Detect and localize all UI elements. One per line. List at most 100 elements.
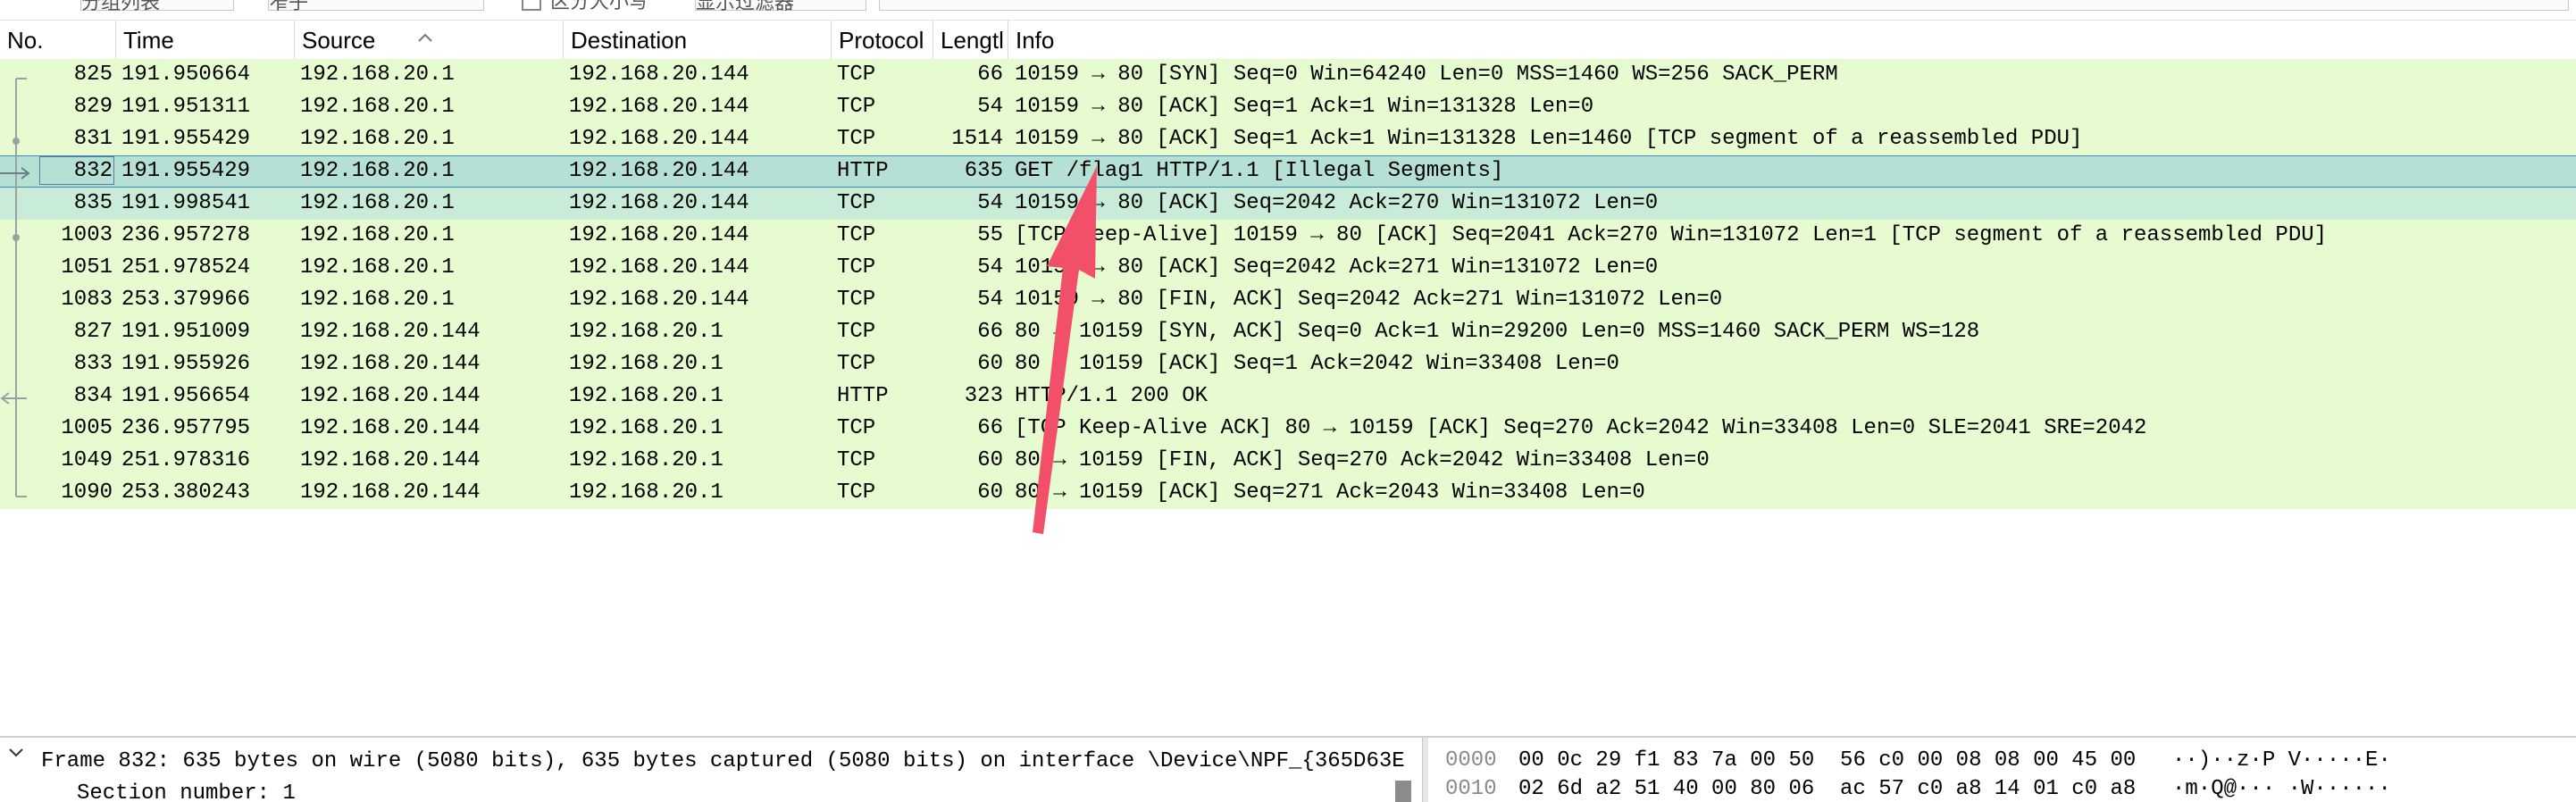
packet-protocol: TCP: [837, 320, 876, 344]
packet-detail-pane[interactable]: Frame 832: 635 bytes on wire (5080 bits)…: [0, 738, 1418, 802]
packet-destination: 192.168.20.144: [569, 191, 749, 215]
packet-length: 66: [977, 416, 1003, 440]
packet-destination: 192.168.20.144: [569, 288, 749, 312]
packet-length: 635: [964, 159, 1003, 183]
packet-time: 251.978316: [121, 448, 251, 472]
packet-time: 251.978524: [121, 255, 251, 280]
packet-destination: 192.168.20.1: [569, 352, 723, 376]
case-sensitive-label: 区分大小写: [550, 0, 649, 13]
packet-time: 253.379966: [121, 288, 251, 312]
hex-offset: 0000: [1445, 748, 1497, 773]
packet-protocol: TCP: [837, 448, 876, 472]
packet-info: 10159 → 80 [SYN] Seq=0 Win=64240 Len=0 M…: [1015, 63, 1838, 87]
frame-summary[interactable]: Frame 832: 635 bytes on wire (5080 bits)…: [41, 747, 1405, 777]
packet-number: 827: [73, 320, 113, 344]
packet-number: 1003: [61, 223, 113, 247]
packet-row[interactable]: 834 191.956654 192.168.20.144 192.168.20.1 H…: [0, 380, 2576, 413]
packet-destination: 192.168.20.1: [569, 416, 723, 440]
packet-time: 191.998541: [121, 191, 251, 215]
packet-row[interactable]: 1049 251.978316 192.168.20.144 192.168.20.1…: [0, 445, 2576, 477]
packet-source: 192.168.20.1: [300, 63, 455, 87]
packet-time: 191.951009: [121, 320, 251, 344]
packet-row[interactable]: 1083 253.379966 192.168.20.1 192.168.20.144…: [0, 284, 2576, 316]
packet-row[interactable]: 1003 236.957278 192.168.20.1 192.168.20.144…: [0, 220, 2576, 252]
packet-row[interactable]: 829 191.951311 192.168.20.1 192.168.20.144 T…: [0, 91, 2576, 123]
packet-source: 192.168.20.1: [300, 95, 455, 119]
packet-number: 829: [73, 95, 113, 119]
packet-destination: 192.168.20.1: [569, 480, 723, 505]
column-header-length[interactable]: Lengtl: [933, 21, 1008, 60]
pane-splitter[interactable]: [1422, 738, 1428, 802]
packet-time: 191.955429: [121, 159, 251, 183]
hex-offset: 0010: [1445, 777, 1497, 801]
packet-destination: 192.168.20.144: [569, 159, 749, 183]
packet-length: 60: [977, 352, 1003, 376]
bottom-pane: Frame 832: 635 bytes on wire (5080 bits)…: [0, 736, 2576, 802]
char-width-select[interactable]: 窄子: [268, 0, 484, 13]
packet-source: 192.168.20.1: [300, 191, 455, 215]
search-text-input[interactable]: [879, 0, 2569, 11]
column-header-info[interactable]: Info: [1008, 21, 2576, 60]
packet-length: 54: [977, 255, 1003, 280]
packet-protocol: TCP: [837, 416, 876, 440]
packet-source: 192.168.20.144: [300, 480, 481, 505]
packet-length: 54: [977, 95, 1003, 119]
packet-protocol: HTTP: [837, 384, 889, 408]
column-header-no[interactable]: No.: [0, 21, 116, 60]
packet-time: 191.951311: [121, 95, 251, 119]
packet-number: 1090: [61, 480, 113, 505]
packet-destination: 192.168.20.1: [569, 448, 723, 472]
packet-info: 10159 → 80 [ACK] Seq=2042 Ack=271 Win=13…: [1015, 255, 1659, 280]
hex-bytes[interactable]: 02 6d a2 51 40 00 80 06 ac 57 c0 a8 14 0…: [1518, 775, 2136, 802]
packet-destination: 192.168.20.144: [569, 127, 749, 151]
packet-info: 10159 → 80 [ACK] Seq=1 Ack=1 Win=131328 …: [1015, 95, 1594, 119]
packet-info: [TCP Keep-Alive ACK] 80 → 10159 [ACK] Se…: [1015, 416, 2147, 440]
packet-time: 191.950664: [121, 63, 251, 87]
packet-row[interactable]: 827 191.951009 192.168.20.144 192.168.20.1 T…: [0, 316, 2576, 348]
packet-protocol: TCP: [837, 223, 876, 247]
packet-row[interactable]: 833 191.955926 192.168.20.144 192.168.20.1 T…: [0, 348, 2576, 380]
packet-row[interactable]: 1005 236.957795 192.168.20.144 192.168.20.1…: [0, 413, 2576, 445]
filter-type-select[interactable]: 显示过滤器: [695, 0, 866, 13]
search-scope-select[interactable]: 分组列表: [80, 0, 234, 13]
packet-length: 66: [977, 63, 1003, 87]
packet-length: 54: [977, 191, 1003, 215]
case-sensitive-checkbox[interactable]: [522, 0, 541, 11]
packet-info: 10159 → 80 [ACK] Seq=1 Ack=1 Win=131328 …: [1015, 127, 2083, 151]
hex-ascii[interactable]: ··)··z·P V·····E·: [2172, 747, 2391, 775]
packet-info: GET /flag1 HTTP/1.1 [Illegal Segments]: [1015, 159, 1504, 183]
packet-info: 80 → 10159 [ACK] Seq=1 Ack=2042 Win=3340…: [1015, 352, 1619, 376]
packet-protocol: TCP: [837, 95, 876, 119]
packet-time: 253.380243: [121, 480, 251, 505]
section-number[interactable]: Section number: 1: [77, 779, 296, 802]
packet-length: 1514: [951, 127, 1003, 151]
column-header-protocol[interactable]: Protocol: [832, 21, 933, 60]
packet-row[interactable]: 1051 251.978524 192.168.20.1 192.168.20.144…: [0, 252, 2576, 284]
packet-info: 80 → 10159 [SYN, ACK] Seq=0 Ack=1 Win=29…: [1015, 320, 1980, 344]
column-header-destination[interactable]: Destination: [564, 21, 832, 60]
hex-bytes[interactable]: 00 0c 29 f1 83 7a 00 50 56 c0 00 08 08 0…: [1518, 747, 2136, 775]
chevron-down-icon[interactable]: [9, 748, 23, 757]
packet-destination: 192.168.20.144: [569, 223, 749, 247]
packet-number: 1005: [61, 416, 113, 440]
column-header-time[interactable]: Time: [116, 21, 295, 60]
hex-ascii[interactable]: ·m·Q@··· ·W······: [2172, 775, 2391, 802]
packet-row-selected[interactable]: 832 191.955429 192.168.20.1 192.168.20.144 H…: [0, 155, 2576, 188]
packet-info: [TCP Keep-Alive] 10159 → 80 [ACK] Seq=20…: [1015, 223, 2328, 247]
packet-bytes-pane[interactable]: 0000 00 0c 29 f1 83 7a 00 50 56 c0 00 08…: [1429, 738, 2576, 802]
packet-source: 192.168.20.1: [300, 223, 455, 247]
packet-length: 60: [977, 448, 1003, 472]
packet-source: 192.168.20.1: [300, 127, 455, 151]
packet-row[interactable]: 1090 253.380243 192.168.20.144 192.168.20.1…: [0, 477, 2576, 509]
packet-number: 833: [73, 352, 113, 376]
detail-scrollbar[interactable]: [1395, 781, 1411, 802]
packet-time: 191.956654: [121, 384, 251, 408]
packet-number: 831: [73, 127, 113, 151]
packet-list-header: No. Time Source Destination Protocol Len…: [0, 20, 2576, 61]
packet-row[interactable]: 825 191.950664 192.168.20.1 192.168.20.144 T…: [0, 59, 2576, 91]
focused-cell-outline: [39, 156, 114, 185]
packet-source: 192.168.20.144: [300, 352, 481, 376]
packet-row[interactable]: 835 191.998541 192.168.20.1 192.168.20.144 T…: [0, 188, 2576, 220]
packet-row[interactable]: 831 191.955429 192.168.20.1 192.168.20.144 T…: [0, 123, 2576, 155]
packet-destination: 192.168.20.144: [569, 255, 749, 280]
